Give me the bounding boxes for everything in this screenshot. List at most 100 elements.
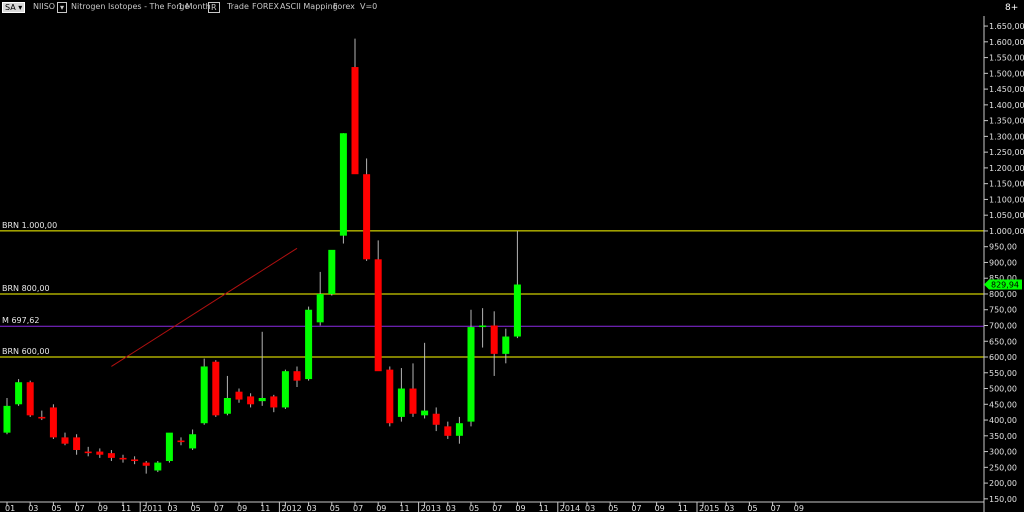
candle xyxy=(270,394,278,413)
y-tick-label: 1.550,00 xyxy=(989,54,1024,63)
candle-body xyxy=(467,327,475,422)
chart-canvas[interactable]: BRN 1.000,00 BRN 800,00 M 697,62 BRN 600,00… xyxy=(0,0,1024,512)
y-tick-label: 1.350,00 xyxy=(989,117,1024,126)
candle-body xyxy=(73,437,81,450)
x-tick-label: 11 xyxy=(260,504,270,512)
candle xyxy=(374,240,382,372)
x-tick-label: 01 xyxy=(5,504,15,512)
candle-body xyxy=(247,396,255,405)
y-tick-label: 1.650,00 xyxy=(989,22,1024,31)
symbol-label: NIISO xyxy=(33,2,56,11)
mode-badge[interactable]: R xyxy=(208,2,220,13)
candle-body xyxy=(165,432,173,462)
candle-body xyxy=(455,423,463,436)
candle xyxy=(212,360,220,417)
candle xyxy=(455,416,463,444)
y-tick-label: 1.400,00 xyxy=(989,101,1024,110)
candle-body xyxy=(328,249,336,294)
x-tick-label: 03 xyxy=(167,504,177,512)
candle-body xyxy=(212,361,220,416)
y-tick-label: 550,00 xyxy=(989,369,1017,378)
candle xyxy=(96,448,104,458)
candle xyxy=(490,311,498,376)
y-tick-label: 1.100,00 xyxy=(989,195,1024,204)
y-tick-label: 1.150,00 xyxy=(989,180,1024,189)
candle xyxy=(3,397,11,435)
candle xyxy=(49,404,57,439)
candle-body xyxy=(421,410,429,416)
candle xyxy=(189,429,197,450)
level-label: BRN 1.000,00 xyxy=(2,221,57,230)
candle xyxy=(200,358,208,425)
candle xyxy=(142,461,150,474)
candle-body xyxy=(444,426,452,436)
candle-body xyxy=(270,396,278,408)
candle xyxy=(177,437,185,446)
y-tick-label: 750,00 xyxy=(989,306,1017,315)
x-tick-label: 07 xyxy=(353,504,363,512)
y-tick-label: 400,00 xyxy=(989,416,1017,425)
candle xyxy=(119,454,127,463)
candle-body xyxy=(235,391,243,400)
candle-body xyxy=(316,293,324,323)
y-tick-label: 1.300,00 xyxy=(989,132,1024,141)
candle xyxy=(84,446,92,457)
level-label: M 697,62 xyxy=(2,316,39,325)
x-tick-label: 07 xyxy=(75,504,85,512)
x-tick-label: 05 xyxy=(191,504,201,512)
y-tick-label: 1.050,00 xyxy=(989,211,1024,220)
candle xyxy=(316,271,324,326)
candle xyxy=(444,421,452,439)
x-tick-label: 03 xyxy=(446,504,456,512)
y-tick-label: 150,00 xyxy=(989,495,1017,504)
y-tick-label: 200,00 xyxy=(989,479,1017,488)
market-label: FOREX xyxy=(252,2,279,11)
candle-body xyxy=(281,371,289,408)
y-tick-label: 1.600,00 xyxy=(989,38,1024,47)
x-tick-label: 11 xyxy=(539,504,549,512)
x-tick-label: 09 xyxy=(98,504,108,512)
x-tick-label: 03 xyxy=(307,504,317,512)
x-tick-label: 07 xyxy=(214,504,224,512)
y-tick-label: 600,00 xyxy=(989,353,1017,362)
candle-body xyxy=(131,459,139,462)
forex-label: Forex xyxy=(333,2,355,11)
period-label: 1 Month xyxy=(178,2,211,11)
instrument-title: Nitrogen Isotopes - The Forge xyxy=(71,2,190,11)
symbol-dropdown-icon[interactable]: ▾ xyxy=(57,2,68,13)
level-label: BRN 600,00 xyxy=(2,347,50,356)
candle-body xyxy=(107,453,115,458)
y-tick-label: 350,00 xyxy=(989,432,1017,441)
y-tick-label: 950,00 xyxy=(989,243,1017,252)
x-tick-label: 2015 xyxy=(699,504,719,512)
x-tick-label: 2014 xyxy=(560,504,580,512)
level-label: BRN 800,00 xyxy=(2,284,50,293)
y-tick-label: 250,00 xyxy=(989,463,1017,472)
x-tick-label: 07 xyxy=(771,504,781,512)
candle xyxy=(235,388,243,403)
candle-body xyxy=(154,462,162,471)
candle xyxy=(223,375,231,416)
candle-body xyxy=(3,405,11,433)
candle-body xyxy=(502,336,510,354)
x-tick-label: 11 xyxy=(678,504,688,512)
candle-body xyxy=(119,457,127,460)
candle-body xyxy=(432,413,440,425)
x-tick-label: 05 xyxy=(747,504,757,512)
candle-body xyxy=(200,366,208,424)
y-tick-label: 1.000,00 xyxy=(989,227,1024,236)
candle-body xyxy=(397,388,405,417)
candle xyxy=(131,456,139,465)
trade-label[interactable]: Trade xyxy=(227,2,249,12)
candle-body xyxy=(490,325,498,354)
menu-icon[interactable]: 8+ xyxy=(1005,3,1018,13)
x-tick-label: 05 xyxy=(51,504,61,512)
candle-body xyxy=(177,440,185,443)
x-tick-label: 2013 xyxy=(421,504,441,512)
candle xyxy=(363,158,371,261)
y-tick-label: 1.500,00 xyxy=(989,69,1024,78)
sa-button[interactable]: SA ▾ xyxy=(2,2,26,13)
candle xyxy=(293,366,301,387)
x-tick-label: 2011 xyxy=(142,504,162,512)
x-tick-label: 09 xyxy=(655,504,665,512)
